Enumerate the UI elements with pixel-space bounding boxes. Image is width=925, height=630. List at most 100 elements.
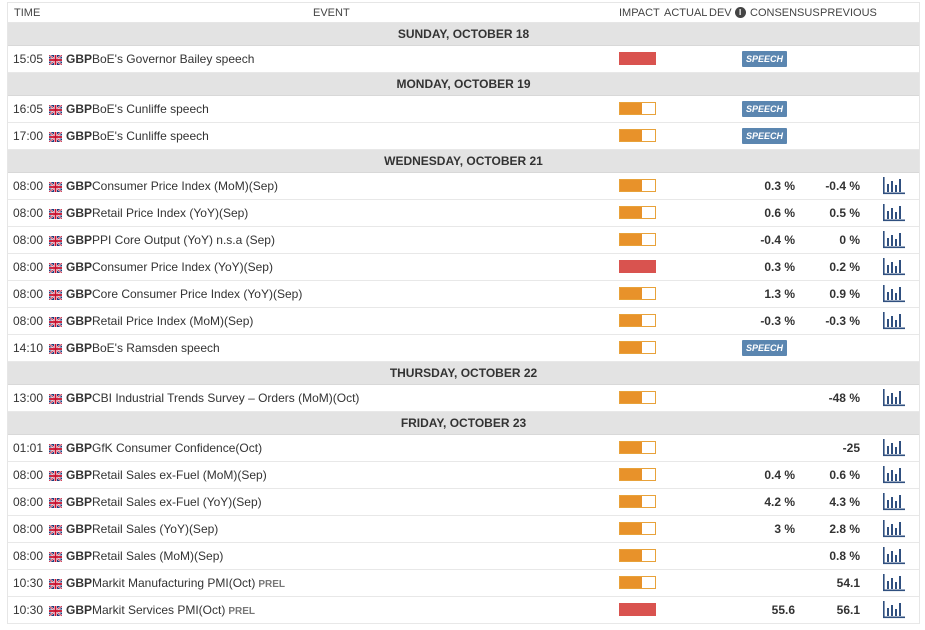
event-currency: GBP xyxy=(66,52,93,66)
event-time: 08:00 xyxy=(13,314,44,328)
speech-badge: SPEECH xyxy=(742,340,788,356)
event-currency: GBP xyxy=(66,102,93,116)
event-name[interactable]: Markit Manufacturing PMI(Oct) PREL xyxy=(92,576,285,590)
event-name[interactable]: BoE's Ramsden speech xyxy=(92,341,220,355)
event-name[interactable]: Retail Sales (MoM)(Sep) xyxy=(92,549,223,563)
table-row[interactable]: 08:00 GBP Consumer Price Index (MoM)(Sep) 0… xyxy=(8,173,919,200)
bar-chart-icon[interactable] xyxy=(882,285,906,303)
event-currency: GBP xyxy=(66,129,93,143)
economic-calendar-table: TIME EVENT IMPACT ACTUAL DEV i CONSENSUS… xyxy=(7,2,920,624)
event-name[interactable]: CBI Industrial Trends Survey – Orders (M… xyxy=(92,391,359,405)
bar-chart-icon[interactable] xyxy=(882,439,906,457)
event-previous: 0.5 % xyxy=(829,206,860,220)
bar-chart-icon[interactable] xyxy=(882,258,906,276)
table-row[interactable]: 14:10 GBP BoE's Ramsden speech SPEECH xyxy=(8,335,919,362)
event-name[interactable]: Retail Sales ex-Fuel (MoM)(Sep) xyxy=(92,468,267,482)
event-tag: PREL xyxy=(258,579,286,590)
uk-flag-icon xyxy=(48,343,63,355)
event-currency: GBP xyxy=(66,549,93,563)
table-body: SUNDAY, OCTOBER 18 15:05 GBP BoE's Governor… xyxy=(8,23,919,624)
event-time: 08:00 xyxy=(13,287,44,301)
table-row[interactable]: 08:00 GBP Retail Sales (YoY)(Sep) 3 % 2.8 % xyxy=(8,516,919,543)
table-row[interactable]: 08:00 GBP Core Consumer Price Index (YoY)(… xyxy=(8,281,919,308)
event-previous: 56.1 xyxy=(836,603,860,617)
bar-chart-icon[interactable] xyxy=(882,312,906,330)
event-currency: GBP xyxy=(66,441,93,455)
table-row[interactable]: 08:00 GBP PPI Core Output (YoY) n.s.a (Sep… xyxy=(8,227,919,254)
event-name-label: BoE's Cunliffe speech xyxy=(92,102,209,116)
table-row[interactable]: 15:05 GBP BoE's Governor Bailey speech SPEE… xyxy=(8,46,919,73)
event-name[interactable]: Retail Price Index (YoY)(Sep) xyxy=(92,206,248,220)
impact-medium-indicator xyxy=(619,341,656,354)
event-time: 10:30 xyxy=(13,576,44,590)
bar-chart-icon[interactable] xyxy=(882,204,906,222)
event-name-label: Retail Sales ex-Fuel (YoY)(Sep) xyxy=(92,495,262,509)
event-time: 08:00 xyxy=(13,260,44,274)
table-row[interactable]: 10:30 GBP Markit Manufacturing PMI(Oct) PRE… xyxy=(8,570,919,597)
event-name[interactable]: Retail Sales (YoY)(Sep) xyxy=(92,522,218,536)
header-dev-label: DEV xyxy=(709,6,732,19)
bar-chart-icon[interactable] xyxy=(882,389,906,407)
impact-medium-indicator xyxy=(619,549,656,562)
event-consensus: -0.3 % xyxy=(760,314,795,328)
event-name[interactable]: PPI Core Output (YoY) n.s.a (Sep) xyxy=(92,233,275,247)
uk-flag-icon xyxy=(48,181,63,193)
event-name-label: Core Consumer Price Index (YoY)(Sep) xyxy=(92,287,303,301)
bar-chart-icon[interactable] xyxy=(882,547,906,565)
impact-medium-indicator xyxy=(619,576,656,589)
table-row[interactable]: 08:00 GBP Retail Sales (MoM)(Sep) 0.8 % xyxy=(8,543,919,570)
table-row[interactable]: 08:00 GBP Retail Sales ex-Fuel (YoY)(Sep) 4… xyxy=(8,489,919,516)
event-consensus: 4.2 % xyxy=(764,495,795,509)
event-time: 01:01 xyxy=(13,441,44,455)
event-currency: GBP xyxy=(66,179,93,193)
table-row[interactable]: 17:00 GBP BoE's Cunliffe speech SPEECH xyxy=(8,123,919,150)
event-name[interactable]: BoE's Cunliffe speech xyxy=(92,129,209,143)
bar-chart-icon[interactable] xyxy=(882,177,906,195)
table-row[interactable]: 10:30 GBP Markit Services PMI(Oct) PREL 55.6… xyxy=(8,597,919,624)
event-name-label: Retail Price Index (MoM)(Sep) xyxy=(92,314,254,328)
bar-chart-icon[interactable] xyxy=(882,231,906,249)
event-time: 08:00 xyxy=(13,179,44,193)
day-header: WEDNESDAY, OCTOBER 21 xyxy=(8,150,919,173)
event-previous: 0 % xyxy=(839,233,860,247)
event-name-label: Retail Sales (MoM)(Sep) xyxy=(92,549,224,563)
event-name[interactable]: BoE's Governor Bailey speech xyxy=(92,52,254,66)
event-currency: GBP xyxy=(66,522,93,536)
event-consensus: 1.3 % xyxy=(764,287,795,301)
uk-flag-icon xyxy=(48,470,63,482)
day-header: MONDAY, OCTOBER 19 xyxy=(8,73,919,96)
table-row[interactable]: 01:01 GBP GfK Consumer Confidence(Oct) -25 xyxy=(8,435,919,462)
event-tag: PREL xyxy=(228,606,256,617)
event-currency: GBP xyxy=(66,341,93,355)
bar-chart-icon[interactable] xyxy=(882,520,906,538)
table-row[interactable]: 13:00 GBP CBI Industrial Trends Survey – O… xyxy=(8,385,919,412)
event-name[interactable]: BoE's Cunliffe speech xyxy=(92,102,209,116)
day-header: FRIDAY, OCTOBER 23 xyxy=(8,412,919,435)
uk-flag-icon xyxy=(48,104,63,116)
table-row[interactable]: 08:00 GBP Consumer Price Index (YoY)(Sep) 0… xyxy=(8,254,919,281)
event-name[interactable]: Core Consumer Price Index (YoY)(Sep) xyxy=(92,287,302,301)
header-time: TIME xyxy=(14,6,41,19)
bar-chart-icon[interactable] xyxy=(882,493,906,511)
event-name-label: PPI Core Output (YoY) n.s.a (Sep) xyxy=(92,233,275,247)
event-name[interactable]: Consumer Price Index (MoM)(Sep) xyxy=(92,179,278,193)
table-row[interactable]: 08:00 GBP Retail Price Index (YoY)(Sep) 0.6… xyxy=(8,200,919,227)
event-name[interactable]: Retail Sales ex-Fuel (YoY)(Sep) xyxy=(92,495,262,509)
event-name[interactable]: Consumer Price Index (YoY)(Sep) xyxy=(92,260,273,274)
table-row[interactable]: 08:00 GBP Retail Price Index (MoM)(Sep) -0.… xyxy=(8,308,919,335)
header-impact: IMPACT xyxy=(619,6,660,19)
bar-chart-icon[interactable] xyxy=(882,601,906,619)
table-row[interactable]: 16:05 GBP BoE's Cunliffe speech SPEECH xyxy=(8,96,919,123)
info-icon[interactable]: i xyxy=(734,7,746,18)
event-previous: -0.4 % xyxy=(825,179,860,193)
event-name[interactable]: GfK Consumer Confidence(Oct) xyxy=(92,441,262,455)
event-name-label: GfK Consumer Confidence(Oct) xyxy=(92,441,263,455)
uk-flag-icon xyxy=(48,524,63,536)
event-name[interactable]: Markit Services PMI(Oct) PREL xyxy=(92,603,255,617)
bar-chart-icon[interactable] xyxy=(882,466,906,484)
bar-chart-icon[interactable] xyxy=(882,574,906,592)
header-actual: ACTUAL xyxy=(664,6,708,19)
event-currency: GBP xyxy=(66,391,93,405)
event-name[interactable]: Retail Price Index (MoM)(Sep) xyxy=(92,314,253,328)
table-row[interactable]: 08:00 GBP Retail Sales ex-Fuel (MoM)(Sep) 0… xyxy=(8,462,919,489)
